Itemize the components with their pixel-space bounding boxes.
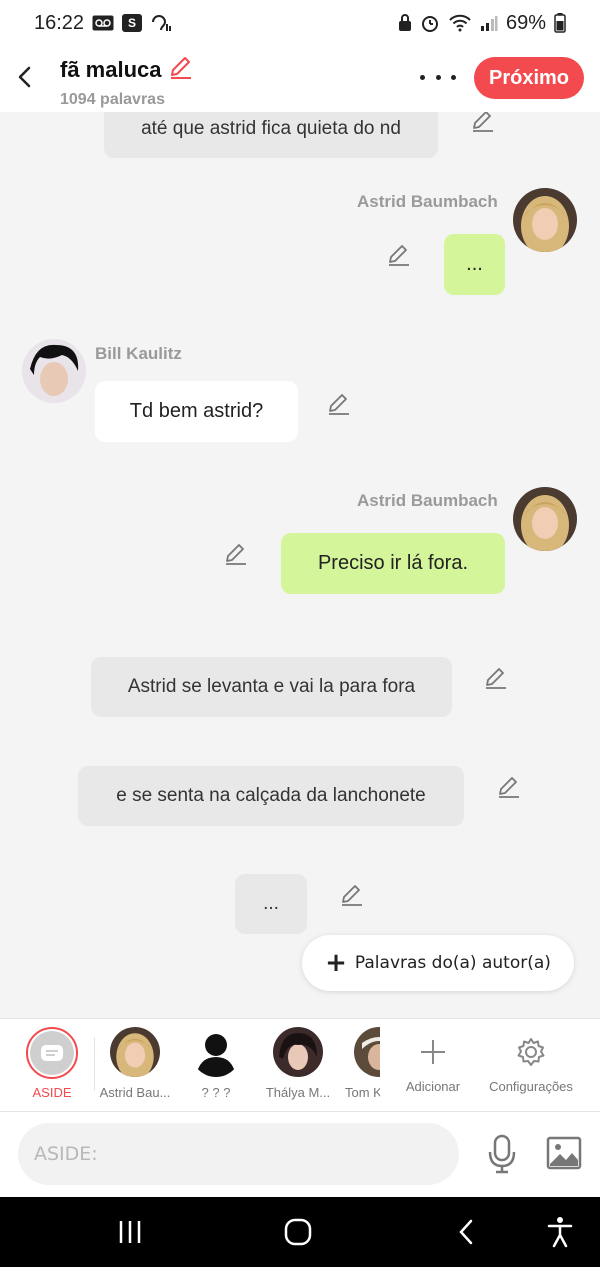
silhouette-avatar bbox=[191, 1027, 241, 1077]
signal-icon bbox=[480, 15, 498, 31]
add-character-button[interactable]: Adicionar bbox=[398, 1027, 468, 1094]
more-options-icon[interactable] bbox=[420, 66, 456, 88]
chat-area: até que astrid fica quieta do nd Astrid … bbox=[0, 112, 600, 1018]
character-label: ? ? ? bbox=[201, 1085, 231, 1100]
narration-icon bbox=[41, 1045, 63, 1061]
back-button[interactable] bbox=[12, 60, 36, 94]
character-bar: ASIDE Astrid Bau... ? ? ? Thálya M... To… bbox=[0, 1018, 600, 1112]
battery-icon bbox=[554, 13, 566, 33]
edit-pencil-icon[interactable] bbox=[386, 242, 412, 268]
edit-pencil-icon[interactable] bbox=[470, 112, 496, 134]
message-bubble[interactable]: Td bem astrid? bbox=[95, 381, 298, 442]
character-unknown[interactable]: ? ? ? bbox=[186, 1027, 246, 1100]
edit-pencil-icon[interactable] bbox=[326, 391, 352, 417]
wifi-icon bbox=[448, 14, 472, 32]
status-bar: 16:22 S 69% bbox=[0, 0, 600, 46]
input-row bbox=[0, 1112, 600, 1197]
author-words-button[interactable]: + Palavras do(a) autor(a) bbox=[302, 935, 574, 991]
battery-percent: 69% bbox=[505, 11, 546, 34]
word-count: 1094 palavras bbox=[60, 91, 165, 108]
character-thalya[interactable]: Thálya M... bbox=[260, 1027, 336, 1100]
speaker-name: Bill Kaulitz bbox=[95, 344, 182, 363]
edit-title-icon[interactable] bbox=[168, 54, 194, 85]
lock-alarm-icon bbox=[398, 14, 412, 32]
story-title: fã maluca bbox=[60, 56, 162, 82]
speaker-name: Astrid Baumbach bbox=[357, 192, 498, 211]
character-label: Astrid Bau... bbox=[99, 1085, 171, 1100]
plus-icon bbox=[421, 1040, 445, 1064]
narration-bubble[interactable]: até que astrid fica quieta do nd bbox=[104, 112, 438, 158]
character-label: Configurações bbox=[489, 1079, 573, 1094]
character-label: ASIDE bbox=[32, 1085, 72, 1100]
status-time: 16:22 bbox=[34, 11, 85, 34]
alarm-icon bbox=[420, 14, 440, 32]
next-button[interactable]: Próximo bbox=[474, 57, 584, 99]
edit-pencil-icon[interactable] bbox=[496, 774, 522, 800]
recent-apps-icon[interactable] bbox=[112, 1215, 148, 1249]
title-area: fã maluca 1094 palavras bbox=[60, 54, 194, 109]
character-aside[interactable]: ASIDE bbox=[22, 1027, 82, 1100]
astrid-avatar[interactable] bbox=[513, 487, 577, 551]
message-input[interactable] bbox=[18, 1123, 459, 1185]
voicemail-icon bbox=[92, 15, 114, 31]
edit-pencil-icon[interactable] bbox=[339, 882, 365, 908]
gear-icon bbox=[517, 1038, 545, 1066]
character-astrid[interactable]: Astrid Bau... bbox=[98, 1027, 172, 1100]
astrid-avatar bbox=[110, 1027, 160, 1077]
settings-button[interactable]: Configurações bbox=[484, 1027, 578, 1094]
accessibility-icon[interactable] bbox=[542, 1215, 578, 1249]
home-icon[interactable] bbox=[280, 1215, 316, 1249]
character-label: Thálya M... bbox=[265, 1085, 331, 1100]
narration-bubble[interactable]: Astrid se levanta e vai la para fora bbox=[91, 657, 452, 717]
system-nav-bar bbox=[0, 1197, 600, 1267]
s-app-icon: S bbox=[122, 14, 143, 32]
speaker-name: Astrid Baumbach bbox=[357, 491, 498, 510]
thalya-avatar bbox=[273, 1027, 323, 1077]
edit-pencil-icon[interactable] bbox=[483, 665, 509, 691]
narration-bubble[interactable]: ... bbox=[235, 874, 307, 934]
image-icon[interactable] bbox=[546, 1136, 582, 1170]
back-icon[interactable] bbox=[448, 1215, 484, 1249]
character-label: Tom K bbox=[345, 1085, 380, 1100]
microphone-icon[interactable] bbox=[486, 1134, 518, 1174]
chevron-left-icon bbox=[18, 66, 31, 88]
plus-icon: + bbox=[325, 948, 347, 978]
message-bubble[interactable]: ... bbox=[444, 234, 505, 295]
hearing-icon bbox=[150, 14, 172, 32]
bill-avatar[interactable] bbox=[22, 339, 86, 403]
character-tom[interactable]: Tom K bbox=[344, 1027, 380, 1100]
edit-pencil-icon[interactable] bbox=[223, 541, 249, 567]
header: fã maluca 1094 palavras Próximo bbox=[0, 46, 600, 112]
divider bbox=[94, 1037, 95, 1091]
character-label: Adicionar bbox=[405, 1079, 461, 1094]
narration-bubble[interactable]: e se senta na calçada da lanchonete bbox=[78, 766, 464, 826]
astrid-avatar[interactable] bbox=[513, 188, 577, 252]
tom-avatar bbox=[354, 1027, 380, 1077]
message-bubble[interactable]: Preciso ir lá fora. bbox=[281, 533, 505, 594]
author-words-label: Palavras do(a) autor(a) bbox=[354, 953, 551, 973]
